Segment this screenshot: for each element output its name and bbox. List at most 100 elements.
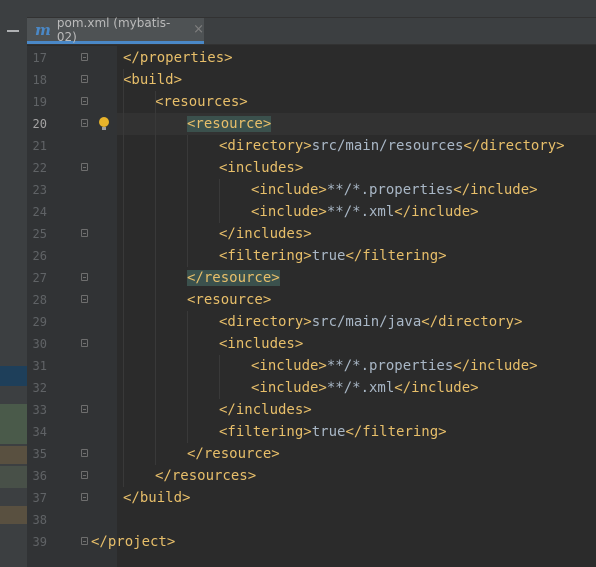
xml-tag: </resource> — [187, 270, 280, 286]
fold-start-icon[interactable] — [81, 339, 88, 347]
fold-end-icon[interactable] — [81, 537, 88, 545]
xml-text: **/*.properties — [326, 182, 454, 198]
close-icon[interactable]: × — [193, 22, 204, 37]
line-number: 17 — [32, 51, 47, 65]
code-text: <include>**/*.xml</include> — [251, 377, 479, 399]
fold-start-icon[interactable] — [81, 119, 88, 127]
code-line[interactable]: 18 <build> — [0, 69, 596, 91]
code-line[interactable]: 22 <includes> — [0, 157, 596, 179]
code-line[interactable]: 38 — [0, 509, 596, 531]
xml-tag: <include> — [251, 358, 327, 374]
xml-tag: </includes> — [219, 226, 312, 242]
xml-tag: </include> — [453, 358, 538, 374]
xml-tag: <directory> — [219, 314, 312, 330]
code-line[interactable]: 24 <include>**/*.xml</include> — [0, 201, 596, 223]
xml-tag: </directory> — [463, 138, 565, 154]
xml-tag: </build> — [123, 490, 191, 506]
code-line[interactable]: 25 </includes> — [0, 223, 596, 245]
code-line[interactable]: 35 </resource> — [0, 443, 596, 465]
code-line[interactable]: 29 <directory>src/main/java</directory> — [0, 311, 596, 333]
xml-tag: </project> — [91, 534, 176, 550]
code-text: </resources> — [155, 465, 256, 487]
code-line[interactable]: 21 <directory>src/main/resources</directo… — [0, 135, 596, 157]
fold-end-icon[interactable] — [81, 471, 88, 479]
code-line[interactable]: 33 </includes> — [0, 399, 596, 421]
indent-guide — [219, 179, 220, 223]
code-line[interactable]: 27 </resource> — [0, 267, 596, 289]
code-text: </properties> — [123, 47, 233, 69]
line-number: 37 — [32, 491, 47, 505]
code-text: <includes> — [219, 333, 303, 355]
code-text: <include>**/*.properties</include> — [251, 355, 538, 377]
xml-tag: <filtering> — [219, 248, 312, 264]
fold-start-icon[interactable] — [81, 97, 88, 105]
xml-tag: </properties> — [123, 50, 233, 66]
code-line[interactable]: 37 </build> — [0, 487, 596, 509]
lightbulb-icon[interactable] — [99, 117, 109, 130]
code-line[interactable]: 39 </project> — [0, 531, 596, 553]
code-line[interactable]: 31 <include>**/*.properties</include> — [0, 355, 596, 377]
code-line[interactable]: 32 <include>**/*.xml</include> — [0, 377, 596, 399]
code-text: <include>**/*.properties</include> — [251, 179, 538, 201]
xml-tag: </include> — [394, 204, 479, 220]
code-line[interactable]: 36 </resources> — [0, 465, 596, 487]
code-text: <include>**/*.xml</include> — [251, 201, 479, 223]
code-line[interactable]: 30 <includes> — [0, 333, 596, 355]
line-number: 27 — [32, 271, 47, 285]
code-text: <resource> — [187, 289, 271, 311]
tab-pom-xml[interactable]: m pom.xml (mybatis-02) × — [27, 16, 204, 44]
line-number: 32 — [32, 381, 47, 395]
line-number: 24 — [32, 205, 47, 219]
xml-tag: <includes> — [219, 160, 304, 176]
xml-tag: </directory> — [421, 314, 523, 330]
maven-file-icon: m — [35, 20, 51, 39]
indent-guide — [123, 69, 124, 487]
code-text: <directory>src/main/resources</directory… — [219, 135, 565, 157]
line-number: 33 — [32, 403, 47, 417]
xml-text: true — [311, 248, 346, 264]
line-number: 18 — [32, 73, 47, 87]
xml-tag: <filtering> — [219, 424, 312, 440]
code-line[interactable]: 26 <filtering>true</filtering> — [0, 245, 596, 267]
code-text: <build> — [123, 69, 182, 91]
code-line[interactable]: 23 <include>**/*.properties</include> — [0, 179, 596, 201]
xml-tag: <include> — [251, 182, 327, 198]
code-text: <resource> — [187, 113, 272, 135]
code-line[interactable]: 17 </properties> — [0, 47, 596, 69]
indent-guide — [155, 91, 156, 465]
xml-tag: </filtering> — [345, 248, 447, 264]
xml-tag: </filtering> — [345, 424, 447, 440]
fold-end-icon[interactable] — [81, 273, 88, 281]
fold-start-icon[interactable] — [81, 163, 88, 171]
collapse-minus-icon[interactable] — [7, 30, 19, 32]
fold-end-icon[interactable] — [81, 493, 88, 501]
line-number: 23 — [32, 183, 47, 197]
line-number: 36 — [32, 469, 47, 483]
xml-tag: <resources> — [155, 94, 248, 110]
xml-tag: <resource> — [187, 116, 272, 132]
fold-end-icon[interactable] — [81, 449, 88, 457]
xml-text: **/*.properties — [326, 358, 454, 374]
fold-start-icon[interactable] — [81, 295, 88, 303]
xml-tag: </resource> — [187, 446, 280, 462]
line-number: 38 — [32, 513, 47, 527]
line-number: 28 — [32, 293, 47, 307]
xml-text: **/*.xml — [326, 204, 395, 220]
fold-start-icon[interactable] — [81, 75, 88, 83]
line-number: 25 — [32, 227, 47, 241]
fold-end-icon[interactable] — [81, 229, 88, 237]
line-number: 20 — [32, 117, 47, 131]
editor-tab-bar: m pom.xml (mybatis-02) × — [27, 0, 596, 45]
line-number: 26 — [32, 249, 47, 263]
fold-start-icon[interactable] — [81, 53, 88, 61]
code-text: <filtering>true</filtering> — [219, 421, 447, 443]
code-text: <filtering>true</filtering> — [219, 245, 447, 267]
code-text: </includes> — [219, 223, 312, 245]
xml-tag: <includes> — [219, 336, 304, 352]
fold-end-icon[interactable] — [81, 405, 88, 413]
line-number: 30 — [32, 337, 47, 351]
code-line[interactable]: 28 <resource> — [0, 289, 596, 311]
code-line[interactable]: 19 <resources> — [0, 91, 596, 113]
code-line[interactable]: 34 <filtering>true</filtering> — [0, 421, 596, 443]
code-line[interactable]: 20 <resource> — [0, 113, 596, 135]
